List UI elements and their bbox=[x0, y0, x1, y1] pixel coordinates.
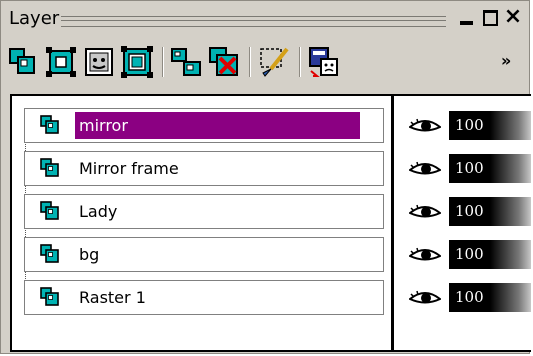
title-bar[interactable]: Layer × bbox=[1, 1, 531, 37]
opacity-value: 100 bbox=[455, 159, 484, 177]
opacity-slider[interactable]: 100 bbox=[449, 111, 531, 140]
minimize-button[interactable] bbox=[456, 3, 480, 31]
opacity-value: 100 bbox=[455, 116, 484, 134]
new-adjustment-layer-icon bbox=[121, 46, 153, 78]
layer-row[interactable]: Lady bbox=[24, 194, 384, 229]
raster-layer-icon bbox=[39, 286, 61, 308]
layer-visibility-row: 100 bbox=[403, 194, 531, 229]
eye-icon bbox=[409, 290, 441, 304]
toolbar-separator bbox=[162, 47, 164, 77]
layer-row[interactable]: Raster 1 bbox=[24, 280, 384, 315]
opacity-value: 100 bbox=[455, 288, 484, 306]
toolbar-separator bbox=[249, 47, 251, 77]
layer-visibility-row: 100 bbox=[403, 280, 531, 315]
layer-name[interactable]: mirror bbox=[75, 112, 360, 139]
eye-icon bbox=[409, 118, 441, 132]
opacity-slider[interactable]: 100 bbox=[449, 283, 531, 312]
eye-visibility-toggle[interactable] bbox=[409, 204, 441, 220]
layer-palette-window: Layer × » mirror Mirror frame Lady bg Ra… bbox=[0, 0, 531, 354]
layer-name[interactable]: Lady bbox=[75, 198, 121, 225]
new-adjustment-layer-button[interactable] bbox=[120, 45, 154, 79]
opacity-value: 100 bbox=[455, 245, 484, 263]
opacity-slider[interactable]: 100 bbox=[449, 240, 531, 269]
layer-properties-icon bbox=[309, 47, 338, 77]
edit-selection-button[interactable] bbox=[257, 45, 291, 79]
eye-visibility-toggle[interactable] bbox=[409, 290, 441, 306]
opacity-slider[interactable]: 100 bbox=[449, 154, 531, 183]
window-title: Layer bbox=[9, 8, 60, 29]
raster-layer-icon bbox=[39, 114, 61, 136]
opacity-value: 100 bbox=[455, 202, 484, 220]
layer-name[interactable]: Mirror frame bbox=[75, 155, 183, 182]
eye-icon bbox=[409, 161, 441, 175]
toolbar-separator bbox=[299, 47, 301, 77]
new-raster-layer-button[interactable] bbox=[6, 45, 40, 79]
layer-properties-button[interactable] bbox=[307, 45, 341, 79]
eye-visibility-toggle[interactable] bbox=[409, 161, 441, 177]
eye-icon bbox=[409, 247, 441, 261]
layer-visibility-row: 100 bbox=[403, 151, 531, 186]
new-vector-layer-icon bbox=[46, 47, 76, 77]
layer-toolbar: » bbox=[1, 39, 531, 87]
layer-row[interactable]: bg bbox=[24, 237, 384, 272]
new-vector-layer-button[interactable] bbox=[44, 45, 78, 79]
layer-name[interactable]: bg bbox=[75, 241, 103, 268]
layer-visibility-row: 100 bbox=[403, 108, 531, 143]
paintbrush-selection-icon bbox=[260, 47, 289, 77]
title-grip[interactable] bbox=[61, 16, 446, 27]
delete-layer-icon bbox=[209, 47, 238, 76]
layer-row[interactable]: Mirror frame bbox=[24, 151, 384, 186]
new-mask-layer-icon bbox=[85, 48, 113, 76]
eye-icon bbox=[409, 204, 441, 218]
raster-layer-icon bbox=[39, 157, 61, 179]
toolbar-overflow-button[interactable]: » bbox=[501, 51, 511, 70]
raster-layer-icon bbox=[39, 200, 61, 222]
new-mask-layer-button[interactable] bbox=[82, 45, 116, 79]
close-button[interactable]: × bbox=[501, 3, 525, 31]
maximize-button[interactable] bbox=[479, 3, 503, 31]
layer-name[interactable]: Raster 1 bbox=[75, 284, 150, 311]
layer-row[interactable]: mirror bbox=[24, 108, 384, 143]
duplicate-layer-icon bbox=[171, 48, 201, 76]
new-raster-layer-icon bbox=[9, 48, 35, 74]
raster-layer-icon bbox=[39, 243, 61, 265]
layer-visibility-row: 100 bbox=[403, 237, 531, 272]
opacity-slider[interactable]: 100 bbox=[449, 197, 531, 226]
eye-visibility-toggle[interactable] bbox=[409, 247, 441, 263]
delete-layer-button[interactable] bbox=[207, 45, 241, 79]
eye-visibility-toggle[interactable] bbox=[409, 118, 441, 134]
duplicate-layer-button[interactable] bbox=[169, 45, 203, 79]
